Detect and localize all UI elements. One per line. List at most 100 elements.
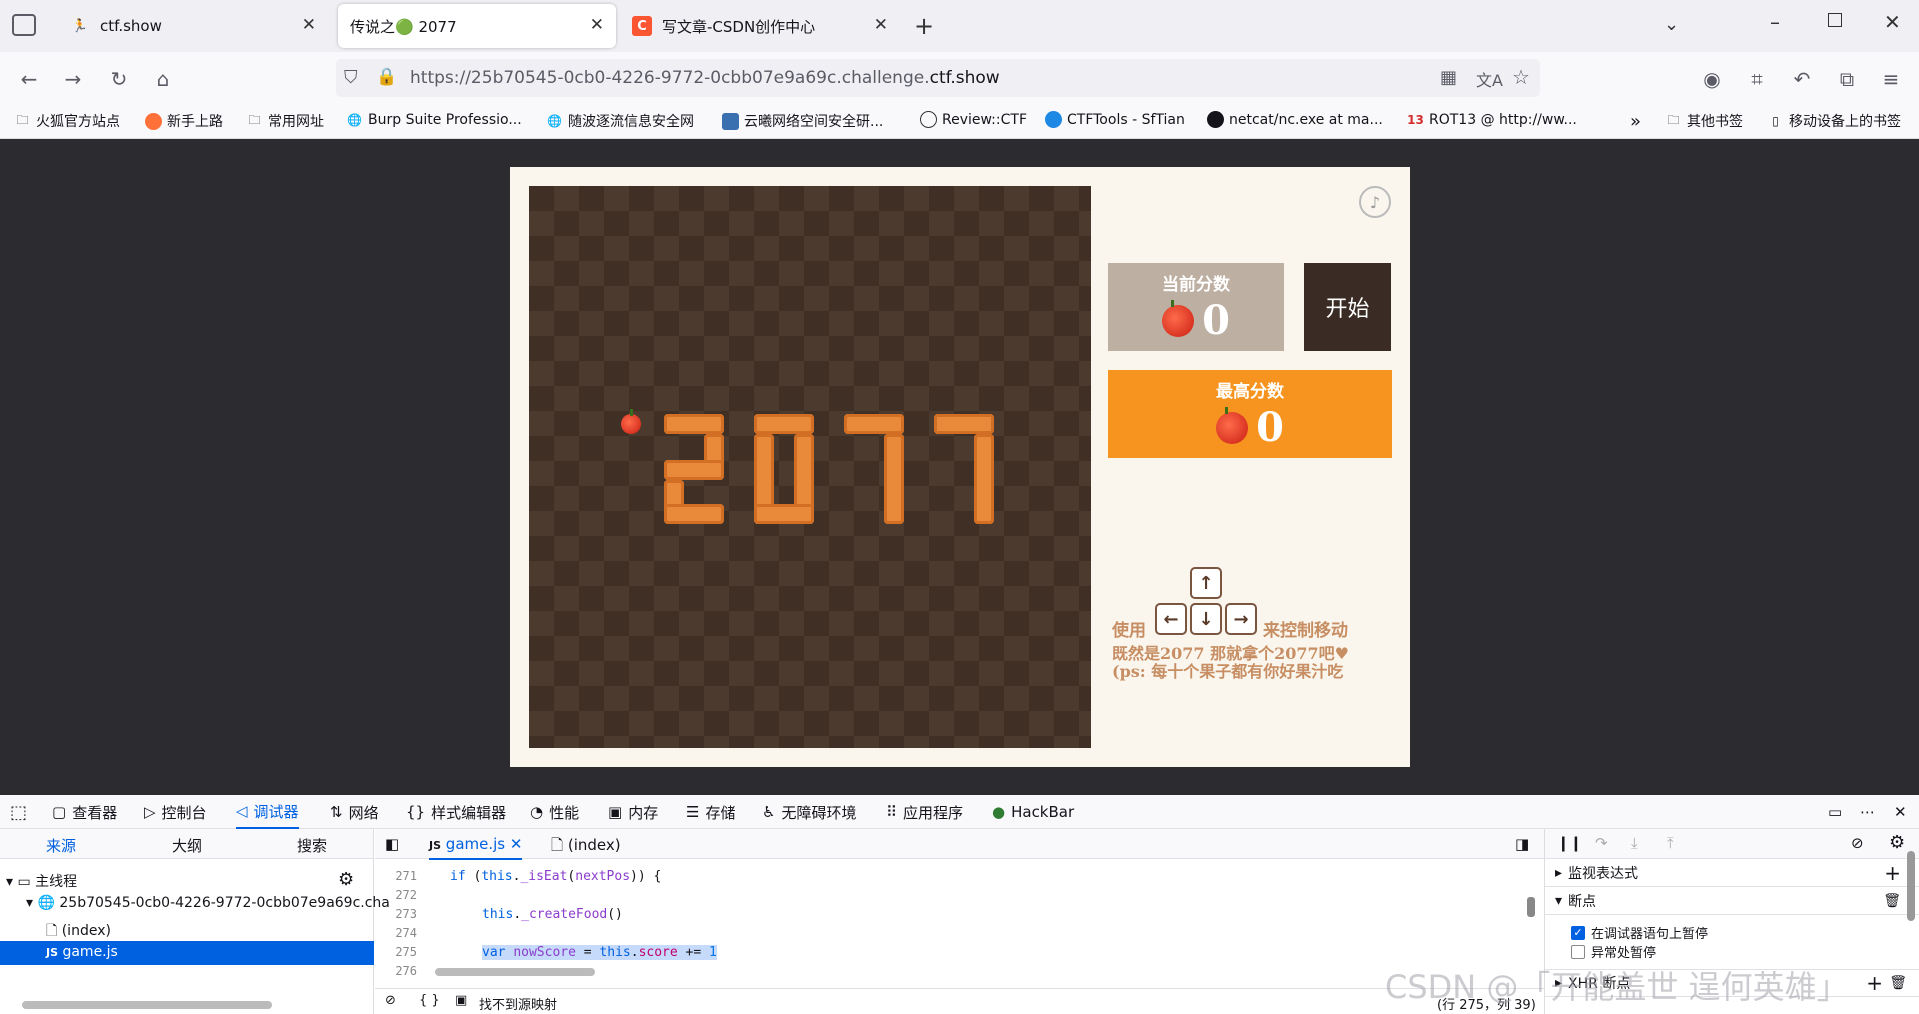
bookmark-label: CTFTools - SfTian: [1067, 111, 1185, 128]
vertical-scrollbar[interactable]: [1527, 897, 1535, 917]
checkbox[interactable]: [1571, 944, 1585, 959]
bookmark-item[interactable]: 新手上路: [145, 111, 223, 131]
blackbox-icon[interactable]: ⊘: [385, 993, 396, 1008]
reload-icon[interactable]: ↻: [104, 64, 134, 94]
url-text[interactable]: https://25b70545-0cb0-4226-9772-0cbb07e9…: [410, 68, 1000, 88]
horizontal-scrollbar[interactable]: [22, 1001, 272, 1009]
tree-main-thread[interactable]: ▾ ▭ 主线程: [6, 871, 77, 891]
minimize-icon[interactable]: –: [1770, 10, 1780, 34]
deactivate-breakpoints-icon[interactable]: ⊘: [1851, 834, 1864, 852]
tab-memory[interactable]: ▣ 内存: [608, 795, 658, 829]
bookmark-item[interactable]: 🌐 Burp Suite Professio...: [346, 111, 522, 128]
qr-code-icon[interactable]: ▦: [1440, 67, 1457, 88]
tab-hackbar[interactable]: ● HackBar: [992, 795, 1074, 829]
bookmark-item[interactable]: ▯ 移动设备上的书签: [1767, 111, 1901, 131]
toggle-right-panel-icon[interactable]: ◨: [1515, 835, 1529, 853]
tab-accessibility[interactable]: ♿ 无障碍环境: [762, 795, 856, 829]
code-area[interactable]: 271 if (this._isEat(nextPos)) { 272 273 th…: [375, 867, 1535, 987]
menu-icon[interactable]: ≡: [1876, 64, 1906, 94]
pause-icon[interactable]: ❙❙: [1557, 834, 1582, 852]
step-over-icon[interactable]: ↷: [1595, 834, 1608, 852]
bookmark-item[interactable]: Review::CTF: [920, 111, 1027, 128]
close-icon[interactable]: ✕: [874, 15, 888, 35]
plus-icon[interactable]: +: [1866, 971, 1883, 995]
more-options-icon[interactable]: ⋯: [1860, 795, 1875, 829]
tab-search[interactable]: 搜索: [297, 835, 327, 856]
window-close-icon[interactable]: ✕: [1884, 10, 1901, 34]
pause-on-debugger-option[interactable]: ✓ 在调试器语句上暂停: [1571, 923, 1708, 942]
close-icon[interactable]: ✕: [302, 15, 316, 35]
code-text-selected: var nowScore = this.score += 1: [482, 945, 717, 960]
globe-icon: 🌐: [347, 112, 362, 127]
bookmark-item[interactable]: 🌐 随波逐流信息安全网: [546, 111, 694, 131]
tab-debugger[interactable]: ◁ 调试器: [236, 795, 299, 829]
toggle-sidebar-icon[interactable]: ◧: [385, 835, 399, 853]
extensions-icon[interactable]: ⧉: [1832, 64, 1862, 94]
trash-icon[interactable]: 🗑: [1883, 893, 1901, 909]
close-icon[interactable]: ✕: [510, 835, 523, 853]
close-devtools-icon[interactable]: ✕: [1894, 795, 1907, 829]
shield-icon[interactable]: ⛉: [344, 67, 358, 88]
tab-network[interactable]: ⇅ 网络: [330, 795, 379, 829]
pause-on-exceptions-option[interactable]: 异常处暂停: [1571, 942, 1656, 961]
editor-tab-gamejs[interactable]: JS game.js ✕: [429, 835, 523, 860]
url-bar[interactable]: ⛉ 🔒 https://25b70545-0cb0-4226-9772-0cbb…: [336, 59, 1540, 97]
tab-csdn[interactable]: C 写文章-CSDN创作中心 ✕: [620, 4, 900, 48]
vertical-scrollbar[interactable]: [1907, 851, 1915, 921]
lock-icon[interactable]: 🔒: [376, 67, 397, 87]
step-in-icon[interactable]: ⤓: [1631, 834, 1638, 852]
tab-console[interactable]: ▷ 控制台: [144, 795, 207, 829]
close-icon[interactable]: ✕: [590, 15, 604, 35]
new-tab-plus-icon[interactable]: +: [914, 12, 934, 40]
trash-icon[interactable]: 🗑: [1889, 975, 1907, 991]
watch-expressions-section[interactable]: ▸ 监视表达式 +: [1545, 859, 1919, 887]
bookmark-item[interactable]: 🗀 其他书签: [1665, 111, 1743, 131]
crop-icon[interactable]: ⌗: [1742, 64, 1772, 94]
horizontal-scrollbar[interactable]: [435, 968, 595, 976]
music-note-icon[interactable]: ♪: [1359, 186, 1391, 218]
breakpoints-section[interactable]: ▾ 断点 🗑: [1545, 887, 1919, 915]
tab-performance[interactable]: ◔ 性能: [530, 795, 579, 829]
tab-ctfshow[interactable]: 🏃 ctf.show ✕: [58, 4, 328, 48]
checkbox-checked[interactable]: ✓: [1571, 925, 1585, 940]
tab-sources[interactable]: 来源: [46, 835, 76, 856]
tab-storage[interactable]: ☰ 存储: [686, 795, 735, 829]
restore-icon[interactable]: [1828, 13, 1842, 27]
game-board[interactable]: [529, 186, 1091, 748]
bookmark-item[interactable]: netcat/nc.exe at ma...: [1207, 111, 1383, 128]
tab-label: 无障碍环境: [781, 803, 857, 822]
tab-list-icon[interactable]: [12, 14, 36, 36]
chevron-down-icon[interactable]: ⌄: [1664, 14, 1679, 35]
translate-icon[interactable]: 文A: [1476, 67, 1503, 91]
bookmark-item[interactable]: 13 ROT13 @ http://ww...: [1407, 111, 1577, 128]
tab-inspector[interactable]: ▢ 查看器: [52, 795, 117, 829]
bookmark-item[interactable]: 🗀 火狐官方站点: [14, 111, 120, 131]
element-picker-icon[interactable]: ⬚: [10, 795, 27, 829]
account-icon[interactable]: ◉: [1697, 64, 1727, 94]
step-out-icon[interactable]: ⤒: [1667, 834, 1674, 852]
tab-application[interactable]: ⠿ 应用程序: [886, 795, 963, 829]
bookmark-item[interactable]: 🗀 常用网址: [246, 111, 324, 131]
start-button[interactable]: 开始: [1304, 263, 1391, 351]
bookmark-item[interactable]: 云曦网络空间安全研...: [722, 111, 883, 131]
back-arrow-icon[interactable]: ←: [14, 64, 44, 94]
tab-style-editor[interactable]: {} 样式编辑器: [406, 795, 506, 829]
undo-icon[interactable]: ↶: [1787, 64, 1817, 94]
gear-icon[interactable]: ⚙: [338, 869, 354, 890]
more-bookmarks-icon[interactable]: »: [1630, 111, 1641, 132]
dock-icon[interactable]: ▭: [1828, 795, 1842, 829]
tree-gamejs[interactable]: JS game.js: [0, 941, 374, 965]
tab-label: 控制台: [161, 803, 207, 822]
tab-outline[interactable]: 大纲: [172, 835, 202, 856]
bookmark-item[interactable]: CTFTools - SfTian: [1045, 111, 1185, 128]
forward-arrow-icon[interactable]: →: [58, 64, 88, 94]
tab-title: 传说之🟢 2077: [350, 17, 457, 36]
home-icon[interactable]: ⌂: [148, 64, 178, 94]
plus-icon[interactable]: +: [1884, 861, 1901, 885]
pretty-print-icon[interactable]: { }: [419, 993, 440, 1008]
tab-2077[interactable]: 传说之🟢 2077 ✕: [338, 4, 616, 48]
star-icon[interactable]: ☆: [1512, 65, 1530, 89]
gear-icon[interactable]: ⚙: [1889, 832, 1905, 853]
editor-tab-index[interactable]: 🗋 (index): [551, 835, 621, 860]
tree-host[interactable]: ▾ 🌐 25b70545-0cb0-4226-9772-0cbb07e9a69c…: [26, 895, 390, 911]
